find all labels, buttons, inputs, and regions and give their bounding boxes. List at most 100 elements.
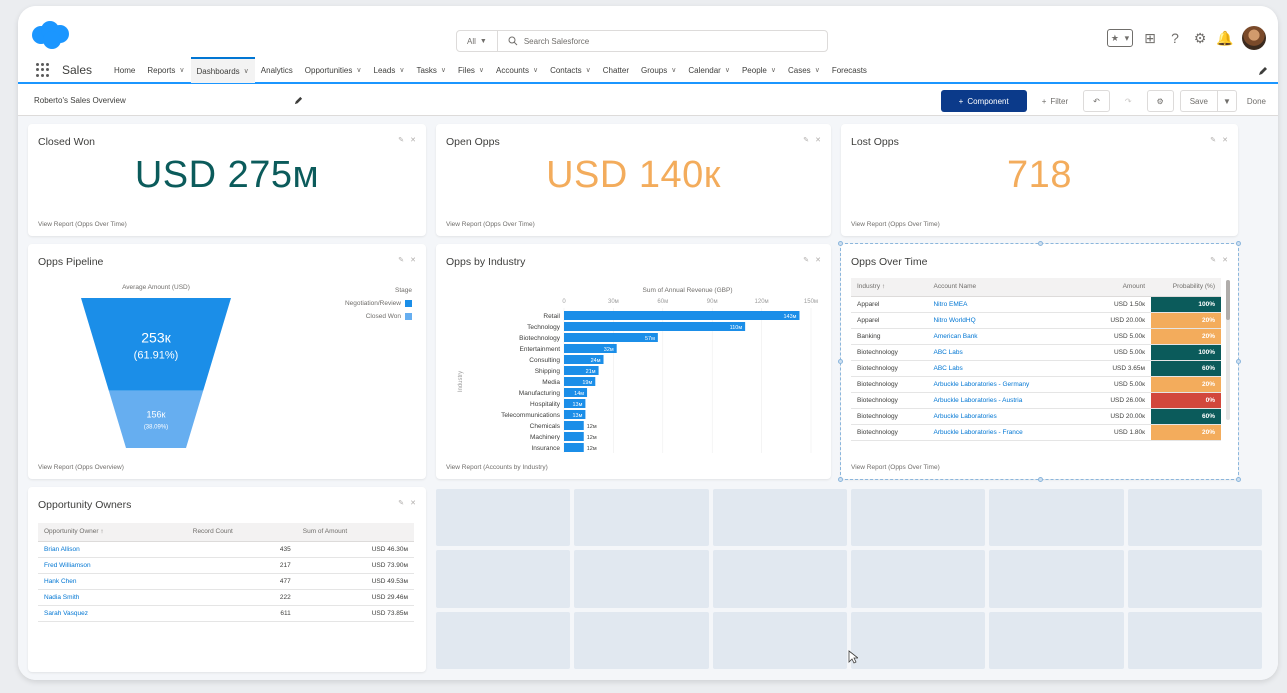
setup-gear-icon[interactable]: ⚙ — [1192, 30, 1208, 46]
notifications-bell-icon[interactable]: 🔔 — [1216, 30, 1233, 46]
bar[interactable] — [564, 421, 584, 430]
global-actions-icon[interactable]: ⊞ — [1142, 30, 1158, 46]
chevron-down-icon[interactable]: ∨ — [725, 66, 730, 74]
account-link[interactable]: ABC Labs — [927, 360, 1084, 377]
close-icon[interactable]: ✕ — [410, 499, 416, 507]
account-link[interactable]: Nitro EMEA — [927, 296, 1084, 313]
edit-title-pencil-icon[interactable] — [294, 96, 303, 105]
owner-link[interactable]: Hank Chen — [38, 573, 187, 590]
nav-item-tasks[interactable]: Tasks ∨ — [410, 57, 452, 83]
chevron-down-icon[interactable]: ∨ — [244, 67, 249, 75]
view-report-link[interactable]: View Report (Accounts by Industry) — [446, 464, 548, 471]
add-filter-button[interactable]: + Filter — [1032, 90, 1078, 112]
help-icon[interactable]: ? — [1167, 30, 1183, 46]
edit-pencil-icon[interactable]: ✎ — [398, 136, 404, 144]
nav-item-chatter[interactable]: Chatter — [597, 57, 635, 83]
opps-pipeline-card[interactable]: Opps Pipeline ✎ ✕ Average Amount (USD) 25… — [28, 244, 426, 479]
owner-link[interactable]: Fred Williamson — [38, 557, 187, 574]
chevron-down-icon[interactable]: ∨ — [479, 66, 484, 74]
account-link[interactable]: Arbuckle Laboratories - Germany — [927, 376, 1084, 393]
view-report-link[interactable]: View Report (Opps Over Time) — [851, 221, 940, 228]
bar[interactable] — [564, 311, 800, 320]
nav-item-analytics[interactable]: Analytics — [255, 57, 299, 83]
owner-link[interactable]: Brian Allison — [38, 541, 187, 558]
close-icon[interactable]: ✕ — [1222, 136, 1228, 144]
done-button[interactable]: Done — [1242, 90, 1270, 112]
view-report-link[interactable]: View Report (Opps Over Time) — [38, 221, 127, 228]
chevron-down-icon[interactable]: ∨ — [815, 66, 820, 74]
chevron-down-icon[interactable]: ∨ — [179, 66, 184, 74]
save-button[interactable]: Save — [1179, 90, 1217, 112]
opps-by-industry-card[interactable]: Opps by Industry ✎ ✕ Sum of Annual Revenu… — [436, 244, 831, 479]
nav-item-contacts[interactable]: Contacts ∨ — [544, 57, 597, 83]
account-link[interactable]: ABC Labs — [927, 344, 1084, 361]
nav-item-cases[interactable]: Cases ∨ — [782, 57, 826, 83]
properties-button[interactable]: ⚙ — [1146, 90, 1174, 112]
account-link[interactable]: Arbuckle Laboratories - Austria — [927, 392, 1084, 409]
chevron-down-icon[interactable]: ∨ — [671, 66, 676, 74]
search-scope-select[interactable]: All ▼ — [457, 31, 498, 51]
closed-won-card[interactable]: Closed Won ✎ ✕ USD 275м View Report (Opps… — [28, 124, 426, 236]
nav-item-opportunities[interactable]: Opportunities ∨ — [299, 57, 368, 83]
favorites-button[interactable]: ★ ▾ — [1107, 29, 1133, 47]
close-icon[interactable]: ✕ — [815, 136, 821, 144]
save-menu-button[interactable]: ▼ — [1216, 90, 1237, 112]
column-header[interactable]: Amount — [1083, 278, 1151, 297]
chevron-down-icon[interactable]: ∨ — [356, 66, 361, 74]
close-icon[interactable]: ✕ — [1222, 256, 1228, 264]
view-report-link[interactable]: View Report (Opps Over Time) — [446, 221, 535, 228]
search-input[interactable] — [523, 36, 784, 46]
chevron-down-icon[interactable]: ∨ — [586, 66, 591, 74]
opportunity-owners-card[interactable]: Opportunity Owners ✎ ✕ Opportunity Owner … — [28, 487, 426, 672]
add-component-button[interactable]: + Component — [940, 90, 1027, 112]
bar[interactable] — [564, 432, 584, 441]
column-header[interactable]: Opportunity Owner ↑ — [38, 523, 187, 542]
column-header[interactable]: Record Count — [186, 523, 297, 542]
chevron-down-icon[interactable]: ∨ — [533, 66, 538, 74]
scrollbar-thumb[interactable] — [1226, 280, 1230, 320]
table-scrollbar[interactable] — [1226, 280, 1230, 420]
global-search[interactable]: All ▼ — [456, 30, 828, 52]
nav-item-people[interactable]: People ∨ — [736, 57, 782, 83]
edit-pencil-icon[interactable]: ✎ — [803, 136, 809, 144]
undo-button[interactable]: ↶ — [1083, 90, 1110, 112]
account-link[interactable]: Arbuckle Laboratories - France — [927, 424, 1084, 441]
owner-link[interactable]: Nadia Smith — [38, 589, 187, 606]
owner-link[interactable]: Sarah Vasquez — [38, 605, 187, 622]
bar[interactable] — [564, 322, 746, 331]
view-report-link[interactable]: View Report (Opps Overview) — [38, 464, 124, 471]
close-icon[interactable]: ✕ — [815, 256, 821, 264]
edit-pencil-icon[interactable]: ✎ — [398, 499, 404, 507]
chevron-down-icon[interactable]: ∨ — [771, 66, 776, 74]
user-avatar[interactable] — [1242, 26, 1266, 50]
close-icon[interactable]: ✕ — [410, 256, 416, 264]
open-opps-card[interactable]: Open Opps ✎ ✕ USD 140к View Report (Opps … — [436, 124, 831, 236]
close-icon[interactable]: ✕ — [410, 136, 416, 144]
chevron-down-icon[interactable]: ∨ — [441, 66, 446, 74]
nav-item-leads[interactable]: Leads ∨ — [368, 57, 411, 83]
account-link[interactable]: Nitro WorldHQ — [927, 312, 1084, 329]
account-link[interactable]: Arbuckle Laboratories — [927, 408, 1084, 425]
nav-item-calendar[interactable]: Calendar ∨ — [682, 57, 736, 83]
view-report-link[interactable]: View Report (Opps Over Time) — [851, 464, 940, 471]
edit-pencil-icon[interactable]: ✎ — [398, 256, 404, 264]
lost-opps-card[interactable]: Lost Opps ✎ ✕ 718 View Report (Opps Over … — [841, 124, 1238, 236]
app-launcher-icon[interactable] — [36, 63, 50, 77]
nav-item-forecasts[interactable]: Forecasts — [826, 57, 873, 83]
salesforce-logo-icon[interactable] — [30, 20, 70, 50]
nav-item-home[interactable]: Home — [108, 57, 141, 83]
redo-button[interactable]: ↷ — [1115, 90, 1141, 112]
column-header[interactable]: Sum of Amount — [296, 523, 414, 542]
edit-nav-pencil-icon[interactable] — [1258, 66, 1268, 76]
account-link[interactable]: American Bank — [927, 328, 1084, 345]
chevron-down-icon[interactable]: ∨ — [399, 66, 404, 74]
nav-item-dashboards[interactable]: Dashboards ∨ — [190, 57, 255, 83]
opps-over-time-card[interactable]: Opps Over Time ✎ ✕ Industry ↑ Account Name… — [841, 244, 1238, 479]
edit-pencil-icon[interactable]: ✎ — [803, 256, 809, 264]
column-header[interactable]: Account Name — [927, 278, 1084, 297]
nav-item-files[interactable]: Files ∨ — [452, 57, 490, 83]
column-header[interactable]: Industry ↑ — [851, 278, 928, 297]
edit-pencil-icon[interactable]: ✎ — [1210, 136, 1216, 144]
nav-item-accounts[interactable]: Accounts ∨ — [490, 57, 544, 83]
nav-item-reports[interactable]: Reports ∨ — [141, 57, 190, 83]
